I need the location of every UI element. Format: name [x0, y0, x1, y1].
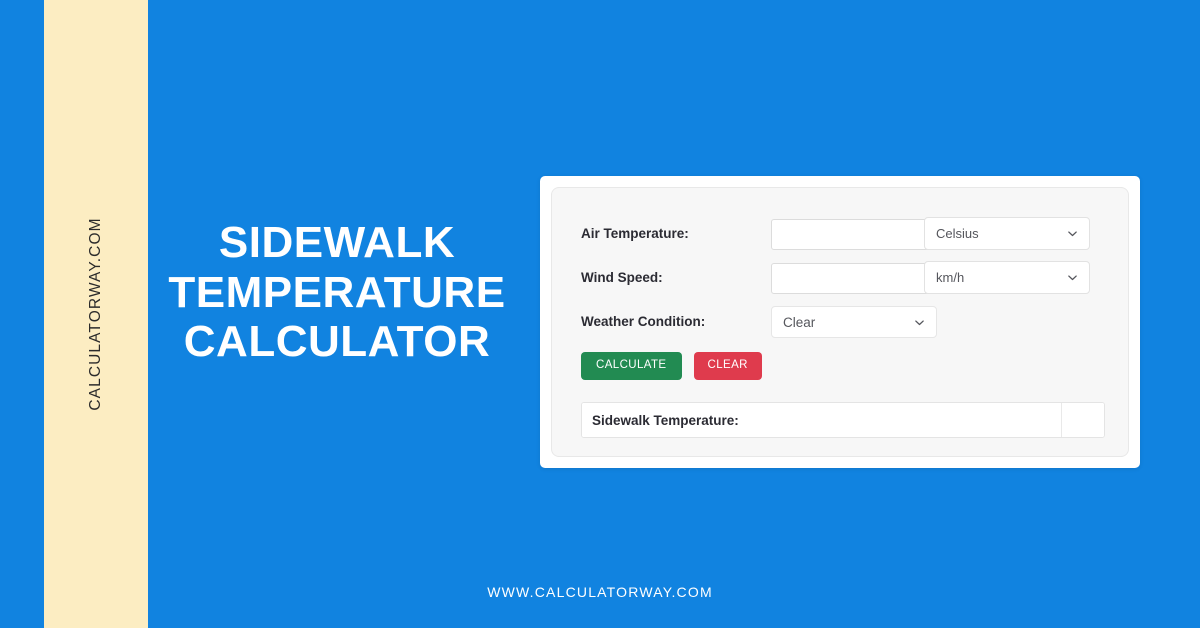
wind-speed-input[interactable]: [771, 262, 937, 294]
page-title-line-3: CALCULATOR: [183, 317, 491, 367]
result-label-text: Sidewalk Temperature:: [592, 412, 739, 428]
brand-side-band: CALCULATORWAY.COM: [44, 0, 148, 628]
calculator-card: Air Temperature: Celsius Wind Speed: km/…: [540, 176, 1140, 468]
result-bar: Sidewalk Temperature:: [581, 402, 1105, 438]
weather-condition-label: Weather Condition:: [581, 314, 706, 330]
wind-speed-label: Wind Speed:: [581, 270, 663, 286]
air-temperature-unit-select[interactable]: Celsius: [924, 217, 1090, 250]
page-title-line-2: TEMPERATURE: [168, 267, 506, 317]
weather-condition-value: Clear: [783, 314, 816, 330]
wind-speed-row: Wind Speed:: [581, 262, 937, 294]
air-temperature-label: Air Temperature:: [581, 226, 689, 242]
poster-background: CALCULATORWAY.COM SIDEWALK TEMPERATURE C…: [0, 0, 1200, 628]
page-title-line-1: SIDEWALK: [218, 218, 456, 267]
clear-button[interactable]: CLEAR: [693, 352, 762, 380]
calculator-panel: Air Temperature: Celsius Wind Speed: km/…: [551, 187, 1129, 457]
weather-condition-row: Weather Condition: Clear: [581, 306, 937, 338]
air-temperature-unit-value: Celsius: [936, 226, 979, 241]
wind-speed-unit-value: km/h: [936, 270, 965, 285]
action-button-row: CALCULATE CLEAR: [581, 352, 762, 380]
calculate-button[interactable]: CALCULATE: [581, 352, 682, 380]
footer-url: WWW.CALCULATORWAY.COM: [487, 584, 713, 600]
weather-condition-select[interactable]: Clear: [771, 306, 937, 338]
air-temperature-input[interactable]: [771, 218, 937, 250]
brand-side-text: CALCULATORWAY.COM: [87, 217, 104, 411]
result-label: Sidewalk Temperature:: [582, 403, 1062, 437]
chevron-down-icon: [914, 317, 925, 328]
result-unit: [1062, 403, 1104, 437]
chevron-down-icon: [1067, 272, 1078, 283]
air-temperature-row: Air Temperature:: [581, 218, 937, 250]
chevron-down-icon: [1067, 228, 1078, 239]
wind-speed-unit-select[interactable]: km/h: [924, 261, 1090, 294]
page-title: SIDEWALK TEMPERATURE CALCULATOR: [168, 218, 506, 367]
